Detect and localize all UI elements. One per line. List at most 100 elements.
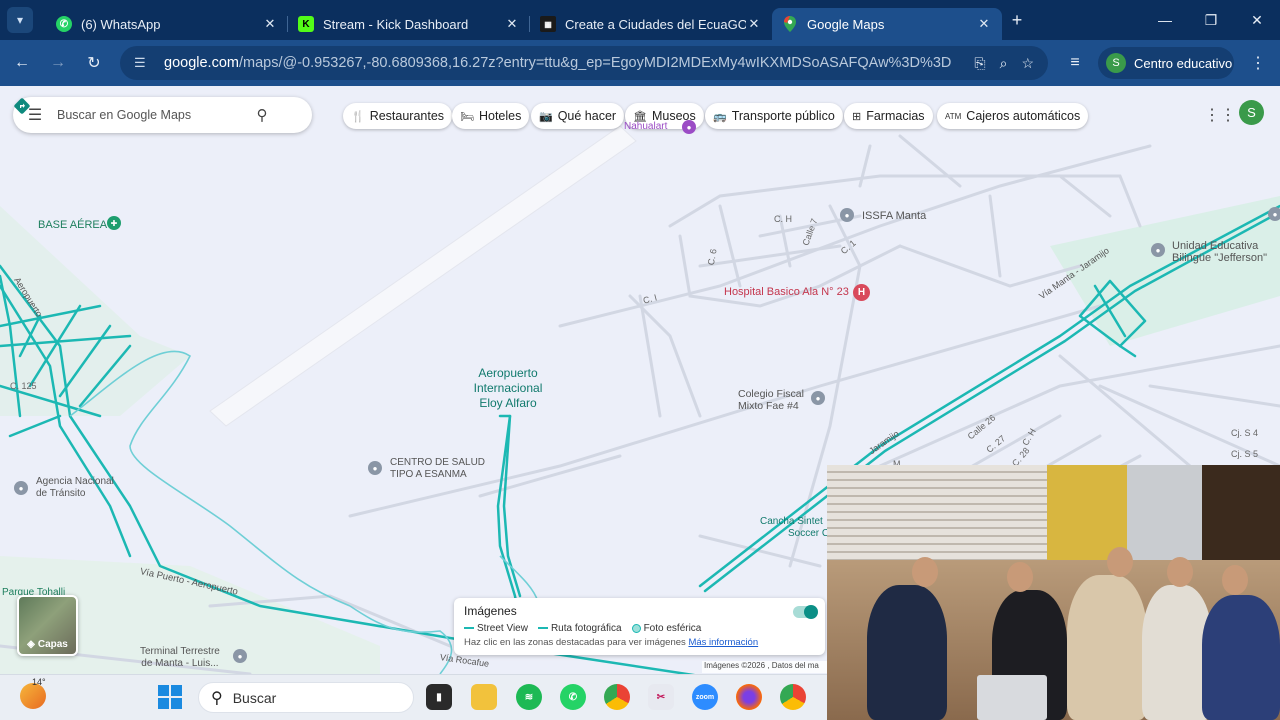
pharmacy-icon: ⊞	[852, 110, 862, 123]
layers-button[interactable]: ◈ Capas	[17, 595, 78, 656]
chip-label: Transporte público	[731, 109, 835, 123]
task-view-icon[interactable]: ▮	[426, 684, 452, 710]
health-center-pin-icon[interactable]: ●	[368, 461, 382, 475]
zoom-icon[interactable]: ⌕	[1000, 55, 1008, 72]
place-label-hospital[interactable]: Hospital Basico Ala N° 23	[724, 286, 849, 298]
street-label: Cj. S 5	[1231, 449, 1259, 459]
webcam-overlay	[827, 465, 1280, 720]
close-tab-icon[interactable]: ✕	[262, 16, 278, 32]
file-explorer-icon[interactable]	[471, 684, 497, 710]
chip-restaurantes[interactable]: 🍴 Restaurantes	[343, 103, 453, 129]
government-pin-icon[interactable]: ●	[14, 481, 28, 495]
place-label-base-aerea[interactable]: BASE AÉREA	[38, 219, 107, 231]
reload-icon: ↻	[87, 55, 101, 72]
zoom-icon[interactable]: zoom	[692, 684, 718, 710]
chip-cajeros[interactable]: ATM Cajeros automáticos	[937, 103, 1089, 129]
more-info-link[interactable]: Más información	[688, 637, 758, 648]
imagery-hint: Haz clic en las zonas destacadas para ve…	[464, 637, 759, 648]
person-3	[1067, 575, 1147, 720]
search-icon[interactable]: ⚲	[246, 106, 278, 124]
arrow-right-icon: →	[50, 54, 66, 71]
tab-title: Create a Ciudades del EcuaGOD	[565, 16, 746, 32]
close-window-button[interactable]: ✕	[1234, 0, 1280, 40]
tab-title: (6) WhatsApp	[81, 16, 161, 32]
site-info-icon[interactable]: ☰	[134, 55, 154, 71]
military-pin-icon[interactable]: ✚	[107, 216, 121, 230]
place-label-aeropuerto[interactable]: Aeropuerto Internacional Eloy Alfaro	[468, 366, 548, 411]
museum-pin-icon[interactable]: ●	[682, 120, 696, 134]
person-1-head	[912, 557, 938, 587]
reload-button[interactable]: ↻	[79, 48, 109, 78]
tab-google-maps[interactable]: Google Maps ✕	[772, 8, 1002, 40]
place-label-centro-salud[interactable]: CENTRO DE SALUD TIPO A ESANMA	[390, 457, 485, 481]
person-5-head	[1222, 565, 1248, 595]
search-icon: ⚲	[211, 689, 223, 707]
window-blinds	[827, 465, 1047, 560]
new-tab-button[interactable]: +	[1002, 10, 1032, 31]
place-label-issfa[interactable]: ISSFA Manta	[862, 210, 926, 222]
place-pin-icon[interactable]: ●	[840, 208, 854, 222]
tab-kick[interactable]: K Stream - Kick Dashboard ✕	[288, 8, 530, 40]
chrome-profile-icon[interactable]	[780, 684, 806, 710]
tab-whatsapp[interactable]: ✆ (6) WhatsApp ✕	[46, 8, 288, 40]
tab-search-button[interactable]: ▾	[7, 7, 33, 33]
taskbar-search-label: Buscar	[232, 689, 277, 706]
place-label-cancha[interactable]: Cancha Sintet Soccer C	[760, 516, 829, 540]
back-button[interactable]: ←	[7, 48, 37, 78]
place-label-agencia[interactable]: Agencia Nacional de Tránsito	[36, 476, 114, 500]
chip-hoteles[interactable]: 🛏 Hoteles	[452, 103, 530, 129]
legend-photo-path: Ruta fotográfica	[537, 623, 622, 634]
maps-search-input[interactable]: Buscar en Google Maps	[57, 108, 246, 122]
chrome-icon[interactable]	[604, 684, 630, 710]
chip-que-hacer[interactable]: 📷 Qué hacer	[531, 103, 625, 129]
place-label-museum[interactable]: Nahualart	[624, 121, 667, 133]
legend-photo-sphere: Foto esférica	[631, 623, 701, 634]
place-label-terminal[interactable]: Terminal Terrestre de Manta - Luis...	[140, 646, 220, 670]
google-maps-icon	[782, 16, 798, 32]
place-label-colegio[interactable]: Colegio Fiscal Mixto Fae #4	[738, 388, 804, 412]
minimize-button[interactable]: —	[1142, 0, 1188, 40]
snipping-tool-icon[interactable]: ✂	[648, 684, 674, 710]
camera-icon: 📷	[539, 110, 553, 123]
browser-menu-button[interactable]: ⋮	[1243, 48, 1273, 78]
install-app-icon[interactable]: ⎘	[974, 55, 985, 72]
temperature-label: 14°	[32, 677, 46, 687]
directions-icon[interactable]	[14, 98, 306, 129]
school-pin-icon[interactable]: ●	[1151, 243, 1165, 257]
maps-search-box[interactable]: ☰ Buscar en Google Maps ⚲	[13, 97, 312, 133]
chip-label: Qué hacer	[557, 109, 617, 123]
arrow-left-icon: ←	[14, 54, 30, 71]
forward-button[interactable]: →	[43, 48, 73, 78]
hospital-pin-icon[interactable]: H	[853, 284, 870, 301]
close-tab-icon[interactable]: ✕	[976, 16, 992, 32]
browser-tab-strip: ▾ ✆ (6) WhatsApp ✕ K Stream - Kick Dashb…	[0, 0, 1280, 40]
windows-logo-icon	[158, 685, 169, 696]
legend-street-view: Street View	[464, 623, 528, 634]
taskbar-search[interactable]: ⚲ Buscar	[198, 682, 414, 713]
close-tab-icon[interactable]: ✕	[746, 16, 762, 32]
whatsapp-taskbar-icon[interactable]: ✆	[560, 684, 586, 710]
chip-farmacias[interactable]: ⊞ Farmacias	[844, 103, 933, 129]
tab-create-ciudades[interactable]: ▦ Create a Ciudades del EcuaGOD ✕	[530, 8, 772, 40]
place-pin-icon[interactable]: ●	[1268, 207, 1280, 221]
media-controls-button[interactable]: ≡	[1060, 48, 1090, 78]
chip-label: Cajeros automáticos	[966, 109, 1081, 123]
spotify-icon[interactable]: ≋	[516, 684, 542, 710]
place-label-unidad-educativa[interactable]: Unidad Educativa Bilingüe "Jefferson"	[1172, 240, 1267, 264]
bus-station-pin-icon[interactable]: ●	[233, 649, 247, 663]
profile-button[interactable]: S Centro educativo	[1098, 47, 1234, 79]
street-label: Cj. S 4	[1231, 428, 1259, 438]
weather-widget[interactable]: 14°	[20, 677, 46, 709]
restore-button[interactable]: ❐	[1188, 0, 1234, 40]
imagery-toggle[interactable]	[793, 605, 818, 619]
school-pin-icon[interactable]: ●	[811, 391, 825, 405]
tab-title: Google Maps	[807, 16, 885, 32]
address-bar[interactable]: ☰ google.com/maps/@-0.953267,-80.6809368…	[120, 46, 1048, 80]
bookmark-star-icon[interactable]: ☆	[1021, 55, 1034, 72]
account-avatar[interactable]: S	[1239, 100, 1264, 125]
close-tab-icon[interactable]: ✕	[504, 16, 520, 32]
chip-transporte-publico[interactable]: 🚌 Transporte público	[705, 103, 843, 129]
firefox-icon[interactable]	[736, 684, 762, 710]
start-button[interactable]	[158, 685, 182, 709]
person-2-head	[1007, 562, 1033, 592]
